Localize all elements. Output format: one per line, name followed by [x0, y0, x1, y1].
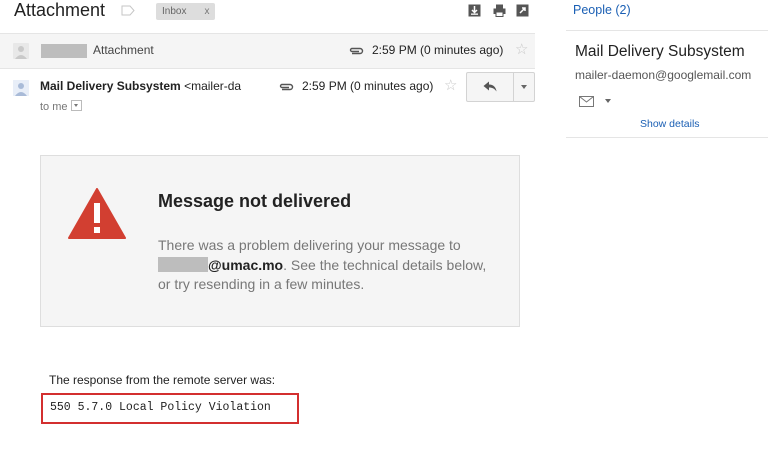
- notice-body-intro: There was a problem delivering your mess…: [158, 237, 461, 253]
- avatar-icon: [13, 43, 29, 59]
- reply-icon: [483, 81, 497, 92]
- sender-address: <mailer-da: [184, 79, 242, 93]
- star-icon[interactable]: ☆: [444, 78, 457, 93]
- reply-button[interactable]: [467, 73, 513, 101]
- warning-icon: [68, 188, 126, 239]
- collapsed-timestamp: 2:59 PM (0 minutes ago): [372, 43, 504, 57]
- inbox-label-text: Inbox: [162, 6, 187, 17]
- label-icon[interactable]: [121, 5, 135, 16]
- server-response-code: 550 5.7.0 Local Policy Violation: [50, 401, 271, 414]
- sender-name[interactable]: Mail Delivery Subsystem: [40, 79, 181, 93]
- sender-line: Mail Delivery Subsystem <mailer-da: [40, 79, 241, 93]
- collapsed-snippet: Attachment: [93, 43, 154, 57]
- avatar-icon: [13, 80, 29, 96]
- redacted-recipient: [158, 256, 208, 272]
- paperclip-icon: [279, 83, 294, 91]
- divider: [566, 30, 768, 31]
- redacted-sender: [41, 44, 87, 58]
- details-dropdown-icon[interactable]: [70, 100, 82, 111]
- recipient-line: to me: [40, 100, 82, 113]
- star-icon[interactable]: ☆: [515, 42, 528, 57]
- new-window-icon[interactable]: [516, 4, 529, 17]
- people-header[interactable]: People (2): [573, 3, 631, 17]
- server-response-label: The response from the remote server was:: [49, 373, 276, 387]
- paperclip-icon: [349, 47, 364, 55]
- recipient-domain: @umac.mo: [208, 256, 284, 273]
- email-subject: Attachment: [14, 0, 106, 20]
- message-timestamp: 2:59 PM (0 minutes ago): [302, 79, 434, 93]
- delivery-failure-notice: Message not delivered There was a proble…: [40, 155, 520, 327]
- reply-button-group: [466, 72, 535, 102]
- notice-body: There was a problem delivering your mess…: [158, 236, 498, 295]
- to-me-label: to me: [40, 101, 68, 113]
- inbox-label-chip: Inbox x: [156, 3, 216, 20]
- server-response-highlight: 550 5.7.0 Local Policy Violation: [41, 393, 299, 424]
- print-icon[interactable]: [493, 4, 506, 17]
- thread-actions: [468, 4, 532, 18]
- more-actions-dropdown[interactable]: [513, 73, 535, 101]
- contact-email: mailer-daemon@googlemail.com: [575, 68, 752, 82]
- remove-label-button[interactable]: x: [204, 6, 209, 17]
- mail-icon[interactable]: [579, 96, 594, 107]
- notice-title: Message not delivered: [158, 191, 352, 211]
- show-details-link[interactable]: Show details: [640, 118, 700, 130]
- divider: [566, 137, 768, 138]
- download-icon[interactable]: [468, 4, 481, 17]
- collapsed-message-row[interactable]: Attachment 2:59 PM (0 minutes ago) ☆: [0, 33, 535, 69]
- contact-actions-dropdown-icon[interactable]: [605, 99, 611, 103]
- contact-name: Mail Delivery Subsystem: [575, 43, 745, 60]
